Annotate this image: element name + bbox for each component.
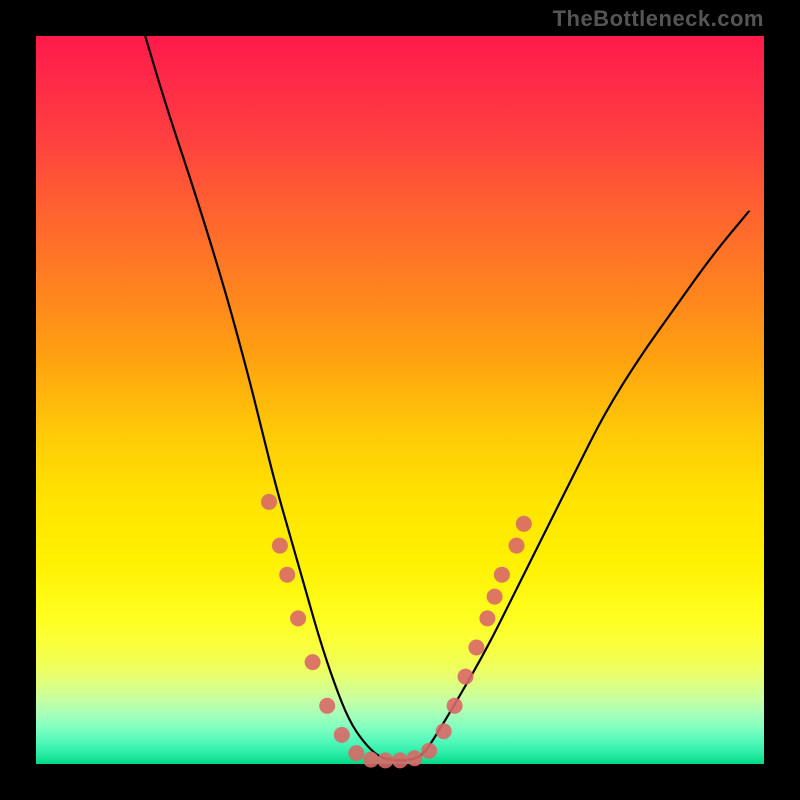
data-marker: [494, 567, 510, 583]
data-marker: [334, 727, 350, 743]
marker-group: [261, 494, 532, 769]
data-marker: [447, 698, 463, 714]
data-marker: [290, 610, 306, 626]
data-marker: [377, 752, 393, 768]
data-marker: [479, 610, 495, 626]
data-marker: [319, 698, 335, 714]
data-marker: [421, 743, 437, 759]
data-marker: [363, 752, 379, 768]
data-marker: [516, 516, 532, 532]
data-marker: [458, 669, 474, 685]
data-marker: [348, 745, 364, 761]
bottleneck-curve: [145, 36, 749, 760]
data-marker: [436, 723, 452, 739]
data-marker: [407, 750, 423, 766]
data-marker: [261, 494, 277, 510]
data-marker: [305, 654, 321, 670]
data-marker: [279, 567, 295, 583]
data-marker: [509, 538, 525, 554]
data-marker: [487, 589, 503, 605]
chart-frame: TheBottleneck.com: [0, 0, 800, 800]
data-marker: [272, 538, 288, 554]
data-marker: [468, 640, 484, 656]
watermark-text: TheBottleneck.com: [553, 6, 764, 32]
chart-overlay: [36, 36, 764, 764]
data-marker: [392, 752, 408, 768]
